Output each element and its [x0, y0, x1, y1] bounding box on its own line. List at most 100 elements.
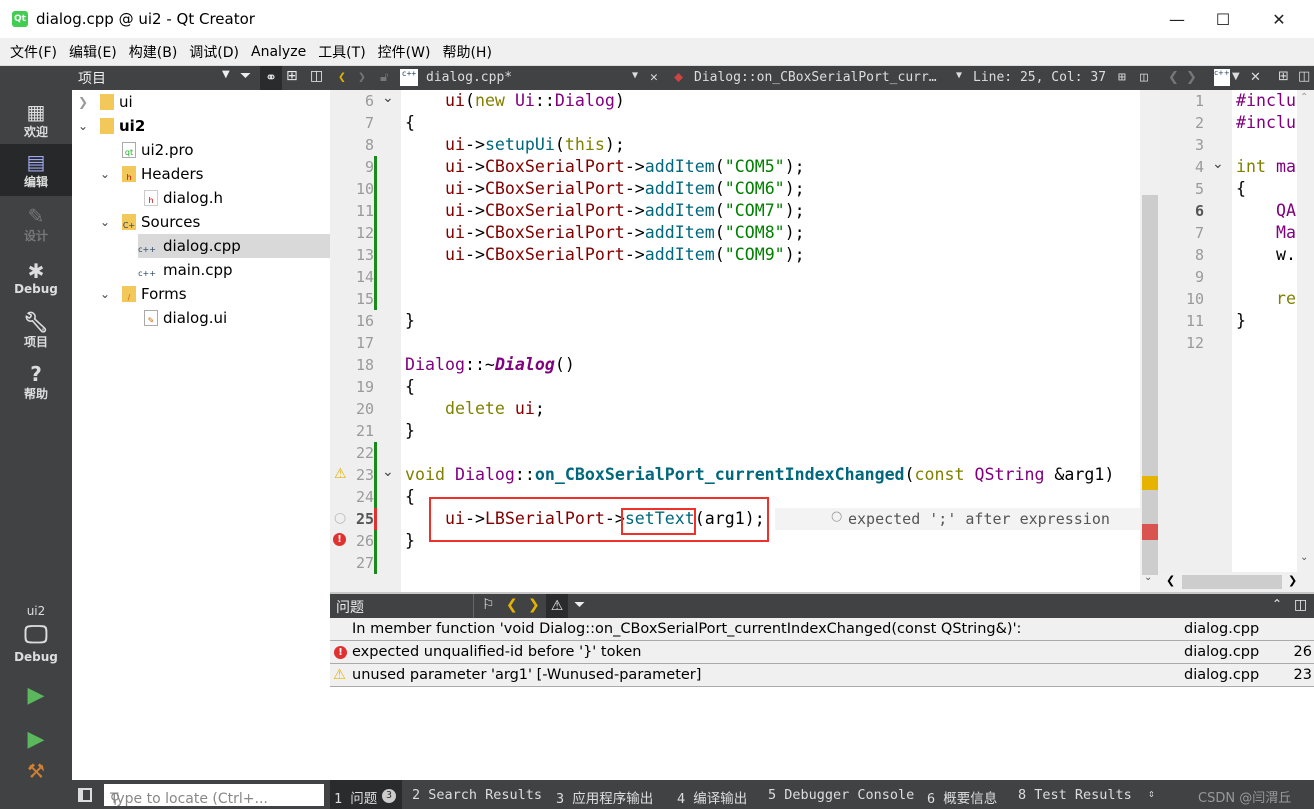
chevron-down-icon[interactable]: ▼ [222, 69, 230, 80]
project-view-selector[interactable]: 项目 [78, 68, 106, 88]
debug-run-button[interactable]: ▶ [0, 722, 72, 758]
chevron-up-icon[interactable]: ⌃ [1300, 92, 1308, 103]
split-icon[interactable]: ⊞ [1278, 69, 1289, 84]
chevron-down-icon[interactable]: ⌄ [100, 215, 110, 229]
more-tabs-icon[interactable]: ⇕ [1148, 787, 1155, 800]
clean-icon[interactable]: ⚐ [482, 597, 495, 613]
tab-debugger-console[interactable]: 5 Debugger Console [768, 787, 914, 803]
symbol-combo[interactable]: Dialog::on_CBoxSerialPort_curr… [694, 70, 937, 85]
tab-general-messages[interactable]: 6 概要信息 [927, 787, 997, 807]
editor-scrollbar[interactable]: ⌄ [1140, 90, 1160, 592]
build-button[interactable]: ⚒ [0, 760, 72, 782]
code-token: ); [784, 157, 805, 176]
scrollbar-thumb[interactable] [1182, 575, 1282, 589]
tree-item-sources[interactable]: ⌄ C+ Sources [72, 210, 330, 234]
next-icon[interactable]: ❯ [528, 597, 540, 613]
close-sidebar-icon[interactable]: ◫ [310, 68, 323, 84]
toggle-sidebar-icon[interactable] [78, 788, 92, 802]
menu-debug[interactable]: 调试(D) [183, 42, 245, 62]
tab-compile-output[interactable]: 4 编译输出 [677, 787, 747, 807]
code-token: ( [714, 201, 725, 220]
tab-issues[interactable]: 1 问题 [334, 787, 377, 807]
right-code-editor[interactable]: #inclu #inclu int ma{ QA Ma w. re} [1232, 90, 1297, 572]
chevron-down-icon[interactable]: ⌄ [78, 119, 88, 133]
chevron-down-icon[interactable]: ▼ [956, 70, 962, 81]
menu-widgets[interactable]: 控件(W) [372, 42, 437, 62]
mode-debug[interactable]: ✱ Debug [0, 252, 72, 304]
right-horizontal-scrollbar[interactable]: ❮ ❯ [1160, 572, 1314, 592]
menu-file[interactable]: 文件(F) [4, 42, 63, 62]
cursor-position[interactable]: Line: 25, Col: 37 [973, 70, 1106, 85]
chevron-right-icon[interactable]: ❯ [1288, 574, 1297, 587]
code-line: ui(new Ui::Dialog) [405, 90, 625, 112]
tab-application-output[interactable]: 3 应用程序输出 [556, 787, 653, 807]
fold-icon[interactable]: ⌄ [382, 90, 394, 106]
close-split-icon[interactable]: ◫ [1140, 70, 1148, 85]
close-button[interactable]: ✕ [1256, 0, 1302, 38]
tree-item-dialog-cpp[interactable]: c++ dialog.cpp [138, 234, 330, 258]
chevron-left-icon[interactable]: ❮ [1166, 574, 1175, 587]
mode-welcome[interactable]: ▦ 欢迎 [0, 94, 72, 146]
line-number: 23 [355, 466, 374, 484]
tree-item-forms[interactable]: ⌄ / Forms [72, 282, 330, 306]
filter-icon[interactable]: ⏷ [574, 597, 585, 613]
chevron-down-icon[interactable]: ⌄ [1300, 552, 1308, 563]
tree-item-headers[interactable]: ⌄ h Headers [72, 162, 330, 186]
mode-help[interactable]: ? 帮助 [0, 356, 72, 408]
tab-test-results[interactable]: 8 Test Results [1018, 787, 1132, 803]
tree-item-ui2[interactable]: ⌄ ui2 [72, 114, 330, 138]
close-document-icon[interactable]: ✕ [1250, 70, 1261, 85]
chevron-right-icon[interactable]: ❯ [78, 95, 88, 109]
filter-icon[interactable]: ⏷ [240, 68, 251, 84]
issue-row[interactable]: ⚠ unused parameter 'arg1' [-Wunused-param… [330, 664, 1314, 687]
back-icon[interactable]: ❮ [338, 70, 346, 85]
back-icon[interactable]: ❮ [1168, 70, 1179, 85]
kit-selector[interactable]: ui2 🖵︎ Debug [0, 594, 72, 674]
locator-input[interactable]: ⚲ Type to locate (Ctrl+... [104, 784, 324, 806]
maximize-pane-icon[interactable]: ⌃ [1272, 597, 1282, 611]
forward-icon[interactable]: ❯ [1186, 70, 1197, 85]
fold-icon[interactable]: ⌄ [1212, 156, 1224, 172]
tree-item-dialog-ui[interactable]: ✎ dialog.ui [72, 306, 330, 330]
header-file-icon: h [144, 190, 158, 206]
menu-help[interactable]: 帮助(H) [436, 42, 497, 62]
menu-tools[interactable]: 工具(T) [312, 42, 371, 62]
right-vertical-scrollbar[interactable]: ⌃ ⌄ [1297, 90, 1314, 572]
tab-search-results[interactable]: 2 Search Results [412, 787, 542, 803]
code-token: ui [444, 245, 465, 264]
scrollbar-thumb[interactable] [1142, 195, 1158, 575]
link-icon[interactable]: ⚭ [260, 66, 282, 90]
tree-item-main-cpp[interactable]: c++ main.cpp [72, 258, 330, 282]
chevron-down-icon[interactable]: ⌄ [1144, 572, 1152, 583]
tree-item-ui[interactable]: ❯ ui [72, 90, 330, 114]
split-icon[interactable]: ⊞ [286, 68, 298, 84]
mode-projects[interactable]: 🔧︎ 项目 [0, 304, 72, 356]
fold-icon[interactable]: ⌄ [382, 464, 394, 480]
close-pane-icon[interactable]: ◫ [1294, 597, 1307, 613]
line-number: 25 [355, 510, 374, 528]
warning-filter-icon[interactable]: ⚠ [546, 594, 568, 618]
mode-edit[interactable]: ▤ 编辑 [0, 144, 72, 196]
chevron-down-icon[interactable]: ⌄ [100, 167, 110, 181]
menu-edit[interactable]: 编辑(E) [63, 42, 123, 62]
tree-item-ui2-pro[interactable]: qt ui2.pro [72, 138, 330, 162]
chevron-down-icon[interactable]: ▼ [632, 70, 638, 81]
open-documents-combo[interactable]: dialog.cpp* [426, 70, 512, 85]
chevron-down-icon[interactable]: ⌄ [100, 287, 110, 301]
minimize-button[interactable]: — [1154, 0, 1200, 38]
run-button[interactable]: ▶ [0, 678, 72, 714]
tree-item-dialog-h[interactable]: h dialog.h [72, 186, 330, 210]
mode-design[interactable]: ✎ 设计 [0, 198, 72, 250]
issue-row[interactable]: In member function 'void Dialog::on_CBox… [330, 618, 1314, 641]
forward-icon[interactable]: ❯ [358, 70, 366, 85]
issue-row[interactable]: ! expected unqualified-id before '}' toke… [330, 641, 1314, 664]
maximize-button[interactable]: ☐ [1200, 0, 1246, 38]
split-icon[interactable]: ⊞ [1118, 70, 1126, 85]
previous-icon[interactable]: ❮ [506, 597, 518, 613]
chevron-down-icon[interactable]: ▼ [1232, 71, 1240, 82]
menu-analyze[interactable]: Analyze [245, 44, 312, 60]
close-split-icon[interactable]: ◫ [1298, 69, 1310, 84]
close-document-icon[interactable]: ✕ [650, 70, 658, 85]
menu-build[interactable]: 构建(B) [123, 42, 184, 62]
